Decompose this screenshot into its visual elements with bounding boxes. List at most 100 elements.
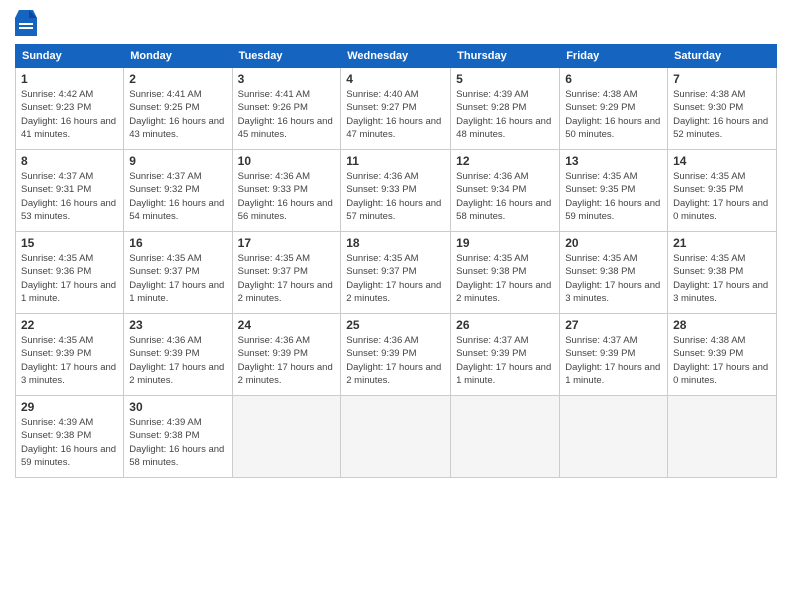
day-info: Sunrise: 4:37 AM Sunset: 9:32 PM Dayligh… — [129, 170, 226, 223]
calendar-cell — [232, 396, 341, 478]
calendar-cell — [668, 396, 777, 478]
calendar-cell: 15 Sunrise: 4:35 AM Sunset: 9:36 PM Dayli… — [16, 232, 124, 314]
calendar-header-row: SundayMondayTuesdayWednesdayThursdayFrid… — [16, 45, 777, 68]
day-number: 30 — [129, 400, 226, 414]
weekday-header: Saturday — [668, 45, 777, 68]
day-info: Sunrise: 4:36 AM Sunset: 9:33 PM Dayligh… — [238, 170, 336, 223]
day-info: Sunrise: 4:35 AM Sunset: 9:38 PM Dayligh… — [565, 252, 662, 305]
calendar-cell: 29 Sunrise: 4:39 AM Sunset: 9:38 PM Dayli… — [16, 396, 124, 478]
day-number: 5 — [456, 72, 554, 86]
calendar-cell: 12 Sunrise: 4:36 AM Sunset: 9:34 PM Dayli… — [451, 150, 560, 232]
day-number: 11 — [346, 154, 445, 168]
day-number: 10 — [238, 154, 336, 168]
weekday-header: Monday — [124, 45, 232, 68]
calendar-cell: 28 Sunrise: 4:38 AM Sunset: 9:39 PM Dayli… — [668, 314, 777, 396]
calendar-cell: 9 Sunrise: 4:37 AM Sunset: 9:32 PM Daylig… — [124, 150, 232, 232]
calendar-cell: 5Sunrise: 4:39 AM Sunset: 9:28 PM Daylig… — [451, 68, 560, 150]
calendar-cell: 27Sunrise: 4:37 AM Sunset: 9:39 PM Dayli… — [560, 314, 668, 396]
day-number: 22 — [21, 318, 118, 332]
weekday-header: Tuesday — [232, 45, 341, 68]
day-info: Sunrise: 4:35 AM Sunset: 9:35 PM Dayligh… — [673, 170, 771, 223]
calendar-cell: 1Sunrise: 4:42 AM Sunset: 9:23 PM Daylig… — [16, 68, 124, 150]
day-number: 27 — [565, 318, 662, 332]
header — [15, 10, 777, 36]
calendar-cell: 17Sunrise: 4:35 AM Sunset: 9:37 PM Dayli… — [232, 232, 341, 314]
calendar-cell: 3 Sunrise: 4:41 AM Sunset: 9:26 PM Daylig… — [232, 68, 341, 150]
calendar-cell — [560, 396, 668, 478]
calendar-cell — [451, 396, 560, 478]
day-info: Sunrise: 4:35 AM Sunset: 9:39 PM Dayligh… — [21, 334, 118, 387]
day-info: Sunrise: 4:35 AM Sunset: 9:37 PM Dayligh… — [129, 252, 226, 305]
day-number: 29 — [21, 400, 118, 414]
day-info: Sunrise: 4:35 AM Sunset: 9:36 PM Dayligh… — [21, 252, 118, 305]
day-info: Sunrise: 4:39 AM Sunset: 9:38 PM Dayligh… — [129, 416, 226, 469]
day-info: Sunrise: 4:35 AM Sunset: 9:37 PM Dayligh… — [346, 252, 445, 305]
day-number: 20 — [565, 236, 662, 250]
calendar-week-row: 22 Sunrise: 4:35 AM Sunset: 9:39 PM Dayli… — [16, 314, 777, 396]
weekday-header: Wednesday — [341, 45, 451, 68]
calendar-cell — [341, 396, 451, 478]
day-number: 1 — [21, 72, 118, 86]
day-number: 13 — [565, 154, 662, 168]
day-number: 24 — [238, 318, 336, 332]
day-number: 8 — [21, 154, 118, 168]
day-info: Sunrise: 4:38 AM Sunset: 9:29 PM Dayligh… — [565, 88, 662, 141]
day-info: Sunrise: 4:36 AM Sunset: 9:39 PM Dayligh… — [129, 334, 226, 387]
day-info: Sunrise: 4:38 AM Sunset: 9:39 PM Dayligh… — [673, 334, 771, 387]
calendar-cell: 20 Sunrise: 4:35 AM Sunset: 9:38 PM Dayli… — [560, 232, 668, 314]
day-number: 4 — [346, 72, 445, 86]
day-info: Sunrise: 4:36 AM Sunset: 9:33 PM Dayligh… — [346, 170, 445, 223]
day-number: 23 — [129, 318, 226, 332]
weekday-header: Friday — [560, 45, 668, 68]
day-info: Sunrise: 4:36 AM Sunset: 9:39 PM Dayligh… — [346, 334, 445, 387]
day-info: Sunrise: 4:37 AM Sunset: 9:39 PM Dayligh… — [456, 334, 554, 387]
day-number: 6 — [565, 72, 662, 86]
calendar-cell: 19 Sunrise: 4:35 AM Sunset: 9:38 PM Dayli… — [451, 232, 560, 314]
calendar-cell: 18 Sunrise: 4:35 AM Sunset: 9:37 PM Dayli… — [341, 232, 451, 314]
day-info: Sunrise: 4:35 AM Sunset: 9:38 PM Dayligh… — [456, 252, 554, 305]
day-info: Sunrise: 4:36 AM Sunset: 9:34 PM Dayligh… — [456, 170, 554, 223]
calendar-cell: 26 Sunrise: 4:37 AM Sunset: 9:39 PM Dayli… — [451, 314, 560, 396]
day-number: 17 — [238, 236, 336, 250]
day-info: Sunrise: 4:39 AM Sunset: 9:38 PM Dayligh… — [21, 416, 118, 469]
calendar-cell: 7 Sunrise: 4:38 AM Sunset: 9:30 PM Daylig… — [668, 68, 777, 150]
day-number: 15 — [21, 236, 118, 250]
day-info: Sunrise: 4:38 AM Sunset: 9:30 PM Dayligh… — [673, 88, 771, 141]
day-number: 7 — [673, 72, 771, 86]
calendar-cell: 25Sunrise: 4:36 AM Sunset: 9:39 PM Dayli… — [341, 314, 451, 396]
calendar-cell: 2 Sunrise: 4:41 AM Sunset: 9:25 PM Daylig… — [124, 68, 232, 150]
calendar-cell: 23 Sunrise: 4:36 AM Sunset: 9:39 PM Dayli… — [124, 314, 232, 396]
day-number: 26 — [456, 318, 554, 332]
day-info: Sunrise: 4:35 AM Sunset: 9:38 PM Dayligh… — [673, 252, 771, 305]
logo-icon — [15, 10, 37, 36]
day-number: 21 — [673, 236, 771, 250]
calendar: SundayMondayTuesdayWednesdayThursdayFrid… — [15, 44, 777, 478]
calendar-week-row: 29 Sunrise: 4:39 AM Sunset: 9:38 PM Dayli… — [16, 396, 777, 478]
day-number: 18 — [346, 236, 445, 250]
calendar-cell: 24 Sunrise: 4:36 AM Sunset: 9:39 PM Dayli… — [232, 314, 341, 396]
weekday-header: Sunday — [16, 45, 124, 68]
calendar-week-row: 15 Sunrise: 4:35 AM Sunset: 9:36 PM Dayli… — [16, 232, 777, 314]
day-info: Sunrise: 4:36 AM Sunset: 9:39 PM Dayligh… — [238, 334, 336, 387]
calendar-cell: 14Sunrise: 4:35 AM Sunset: 9:35 PM Dayli… — [668, 150, 777, 232]
day-info: Sunrise: 4:41 AM Sunset: 9:25 PM Dayligh… — [129, 88, 226, 141]
calendar-week-row: 1Sunrise: 4:42 AM Sunset: 9:23 PM Daylig… — [16, 68, 777, 150]
logo — [15, 10, 37, 36]
day-number: 3 — [238, 72, 336, 86]
calendar-cell: 8Sunrise: 4:37 AM Sunset: 9:31 PM Daylig… — [16, 150, 124, 232]
day-number: 16 — [129, 236, 226, 250]
day-number: 12 — [456, 154, 554, 168]
calendar-cell: 22 Sunrise: 4:35 AM Sunset: 9:39 PM Dayli… — [16, 314, 124, 396]
day-number: 2 — [129, 72, 226, 86]
day-number: 28 — [673, 318, 771, 332]
day-number: 9 — [129, 154, 226, 168]
calendar-cell: 10 Sunrise: 4:36 AM Sunset: 9:33 PM Dayli… — [232, 150, 341, 232]
calendar-cell: 16 Sunrise: 4:35 AM Sunset: 9:37 PM Dayli… — [124, 232, 232, 314]
day-number: 19 — [456, 236, 554, 250]
day-info: Sunrise: 4:40 AM Sunset: 9:27 PM Dayligh… — [346, 88, 445, 141]
calendar-cell: 11 Sunrise: 4:36 AM Sunset: 9:33 PM Dayli… — [341, 150, 451, 232]
calendar-cell: 13Sunrise: 4:35 AM Sunset: 9:35 PM Dayli… — [560, 150, 668, 232]
calendar-cell: 30 Sunrise: 4:39 AM Sunset: 9:38 PM Dayli… — [124, 396, 232, 478]
day-info: Sunrise: 4:41 AM Sunset: 9:26 PM Dayligh… — [238, 88, 336, 141]
weekday-header: Thursday — [451, 45, 560, 68]
